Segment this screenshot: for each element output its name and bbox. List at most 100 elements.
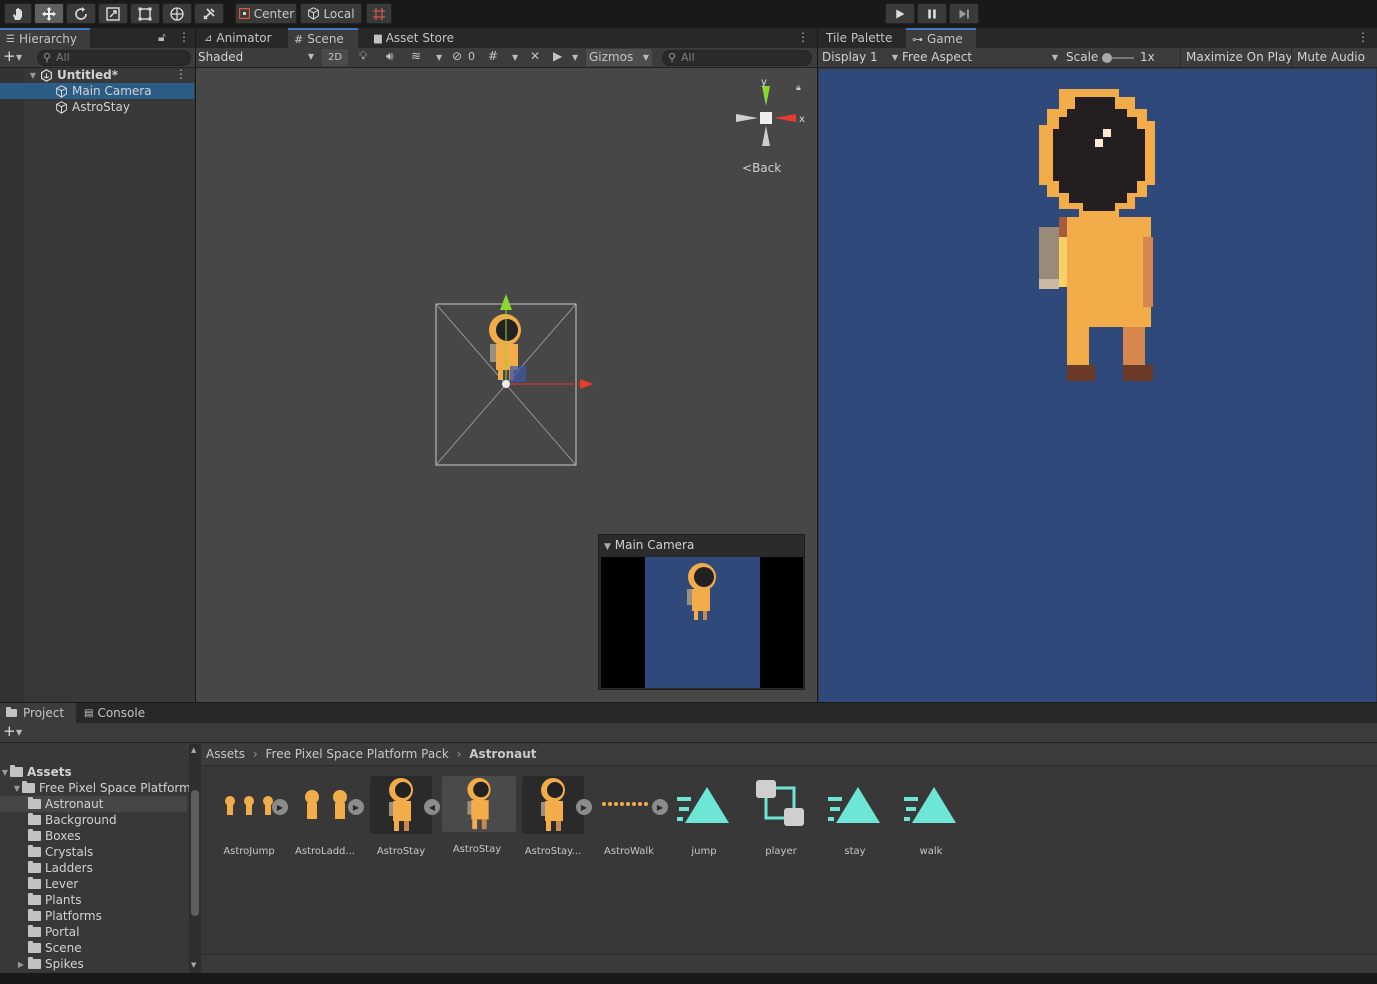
tree-folder-item[interactable]: Lever	[0, 876, 187, 892]
grid-dropdown-icon[interactable]: ▼	[512, 53, 518, 62]
shading-mode-dropdown[interactable]: Shaded ▼	[198, 49, 316, 66]
scale-slider[interactable]	[1102, 53, 1134, 63]
aspect-dropdown[interactable]: Free Aspect ▼	[902, 49, 1058, 66]
grid-visibility-icon[interactable]: #	[488, 49, 498, 63]
camera-dropdown-icon[interactable]: ▼	[572, 53, 578, 62]
maximize-on-play-toggle[interactable]: Maximize On Play	[1180, 48, 1298, 68]
asset-astrowalk[interactable]: AstroWalk	[594, 776, 664, 857]
display-dropdown[interactable]: Display 1 ▼	[822, 49, 898, 66]
hidden-objects-icon[interactable]: ⊘	[452, 49, 462, 63]
rotate-tool-button[interactable]	[66, 3, 96, 24]
effects-layers-icon[interactable]: ≋	[411, 49, 421, 63]
tab-animator[interactable]: ⊿ Animator	[198, 28, 278, 48]
tree-folder-item[interactable]: Plants	[0, 892, 187, 908]
camera-icon[interactable]: ▶	[553, 49, 562, 63]
expand-sprite-button[interactable]: ▶	[348, 799, 364, 815]
asset-stay-anim[interactable]: stay	[820, 776, 890, 857]
expand-sprite-button[interactable]: ▶	[576, 799, 592, 815]
tree-item-pack[interactable]: ▼ Free Pixel Space Platform	[0, 780, 200, 796]
tab-scene[interactable]: # Scene	[288, 28, 358, 48]
gizmo-center-cube[interactable]	[760, 112, 772, 124]
asset-walk-anim[interactable]: walk	[896, 776, 966, 857]
hierarchy-search-input[interactable]: All	[37, 50, 191, 66]
2d-toggle-button[interactable]: 2D	[322, 49, 348, 66]
tree-folder-item[interactable]: Scene	[0, 940, 187, 956]
lighting-toggle-icon[interactable]: 💡︎	[359, 49, 367, 64]
tab-asset-store[interactable]: ▆ Asset Store	[368, 28, 460, 48]
expand-sprite-button[interactable]: ▶	[272, 799, 288, 815]
expand-triangle-icon[interactable]: ▼	[28, 71, 38, 80]
tab-tile-palette[interactable]: Tile Palette	[820, 28, 898, 48]
create-dropdown-icon[interactable]: ▼	[16, 728, 22, 737]
asset-astrojump[interactable]: AstroJump	[214, 776, 284, 857]
breadcrumb-item-astronaut[interactable]: Astronaut	[469, 747, 536, 761]
audio-toggle-icon[interactable]: 🔊︎	[386, 49, 394, 64]
breadcrumb-item-assets[interactable]: Assets	[206, 747, 245, 761]
expand-sprite-button[interactable]: ▶	[652, 799, 668, 815]
tree-folder-item[interactable]: Astronaut	[0, 796, 187, 812]
game-more-options-icon[interactable]: ⋮	[1357, 30, 1369, 44]
scale-tool-button[interactable]	[98, 3, 128, 24]
tree-folder-item[interactable]: ▶ Spikes	[0, 956, 187, 972]
gizmos-dropdown[interactable]: Gizmos ▼	[586, 49, 652, 66]
tree-folder-item[interactable]: Background	[0, 812, 187, 828]
move-tool-button[interactable]	[34, 3, 64, 24]
collapse-sprite-button[interactable]: ◀	[424, 799, 440, 815]
play-button[interactable]	[885, 3, 915, 24]
asset-astrostay-2[interactable]: AstroStay	[442, 776, 516, 855]
create-plus-icon[interactable]: +	[3, 47, 16, 65]
tree-folder-item[interactable]: Ladders	[0, 860, 187, 876]
tab-game[interactable]: ⊶ Game	[906, 28, 976, 48]
tab-console[interactable]: ▤ Console	[78, 703, 151, 723]
scroll-up-icon[interactable]: ▲	[191, 746, 196, 754]
hand-tool-button[interactable]	[4, 3, 32, 24]
hierarchy-scene-row[interactable]: ▼ Untitled* ⋮	[0, 67, 195, 83]
tab-hierarchy[interactable]: ☰ Hierarchy	[0, 28, 90, 48]
gizmo-back-label[interactable]: <Back	[742, 161, 781, 175]
gizmo-neg-x-cone[interactable]	[736, 114, 758, 122]
scale-slider-handle[interactable]	[1102, 53, 1112, 63]
expand-triangle-icon[interactable]: ▼	[0, 768, 10, 777]
collapse-triangle-icon[interactable]: ▼	[604, 542, 611, 552]
lock-icon[interactable]: 🔓︎	[158, 30, 166, 45]
asset-astrostay-1[interactable]: AstroStay	[366, 776, 436, 857]
transform-tool-button[interactable]	[162, 3, 192, 24]
scene-menu-icon[interactable]: ⋮	[175, 67, 187, 81]
step-button[interactable]	[949, 3, 979, 24]
pause-button[interactable]	[917, 3, 947, 24]
custom-tool-button[interactable]	[194, 3, 224, 24]
create-plus-icon[interactable]: +	[3, 722, 16, 740]
more-options-icon[interactable]: ⋮	[178, 30, 190, 44]
game-view[interactable]	[819, 69, 1376, 702]
pivot-center-button[interactable]: Center	[235, 3, 297, 24]
asset-astrostay-3[interactable]: AstroStay...	[518, 776, 588, 857]
asset-player-controller[interactable]: player	[746, 776, 816, 857]
tree-item-assets[interactable]: ▼ Assets	[0, 764, 200, 780]
scroll-down-icon[interactable]: ▼	[191, 961, 196, 969]
tab-project[interactable]: Project	[0, 703, 76, 723]
asset-jump-anim[interactable]: jump	[669, 776, 739, 857]
tree-scrollbar-thumb[interactable]	[191, 790, 199, 916]
hierarchy-item-main-camera[interactable]: Main Camera	[0, 83, 194, 99]
scene-search-input[interactable]: All	[662, 50, 812, 66]
effects-dropdown-icon[interactable]: ▼	[436, 53, 442, 62]
gizmo-lock-icon[interactable]: 🔒︎	[796, 83, 801, 93]
camera-preview-window[interactable]: ▼ Main Camera	[598, 534, 805, 690]
astronaut-scene-sprite[interactable]	[484, 294, 604, 394]
breadcrumb-item-pack[interactable]: Free Pixel Space Platform Pack	[266, 747, 449, 761]
gizmo-y-cone[interactable]	[762, 86, 770, 106]
scene-more-options-icon[interactable]: ⋮	[797, 30, 809, 44]
pivot-local-button[interactable]: Local	[300, 3, 362, 24]
expand-triangle-icon[interactable]: ▶	[16, 960, 26, 969]
tree-folder-item[interactable]: Platforms	[0, 908, 187, 924]
mute-audio-toggle[interactable]: Mute Audio	[1291, 48, 1370, 68]
rect-tool-button[interactable]	[130, 3, 160, 24]
asset-astroladder[interactable]: AstroLadd...	[290, 776, 360, 857]
hierarchy-item-astrostay[interactable]: AstroStay	[0, 99, 195, 115]
tree-folder-item[interactable]: Boxes	[0, 828, 187, 844]
snap-grid-button[interactable]	[366, 3, 392, 24]
camera-preview-header[interactable]: ▼ Main Camera	[599, 535, 804, 555]
gizmo-neg-y-cone[interactable]	[762, 126, 770, 146]
tools-icon[interactable]: ✕	[530, 49, 540, 63]
expand-triangle-icon[interactable]: ▼	[12, 784, 22, 793]
